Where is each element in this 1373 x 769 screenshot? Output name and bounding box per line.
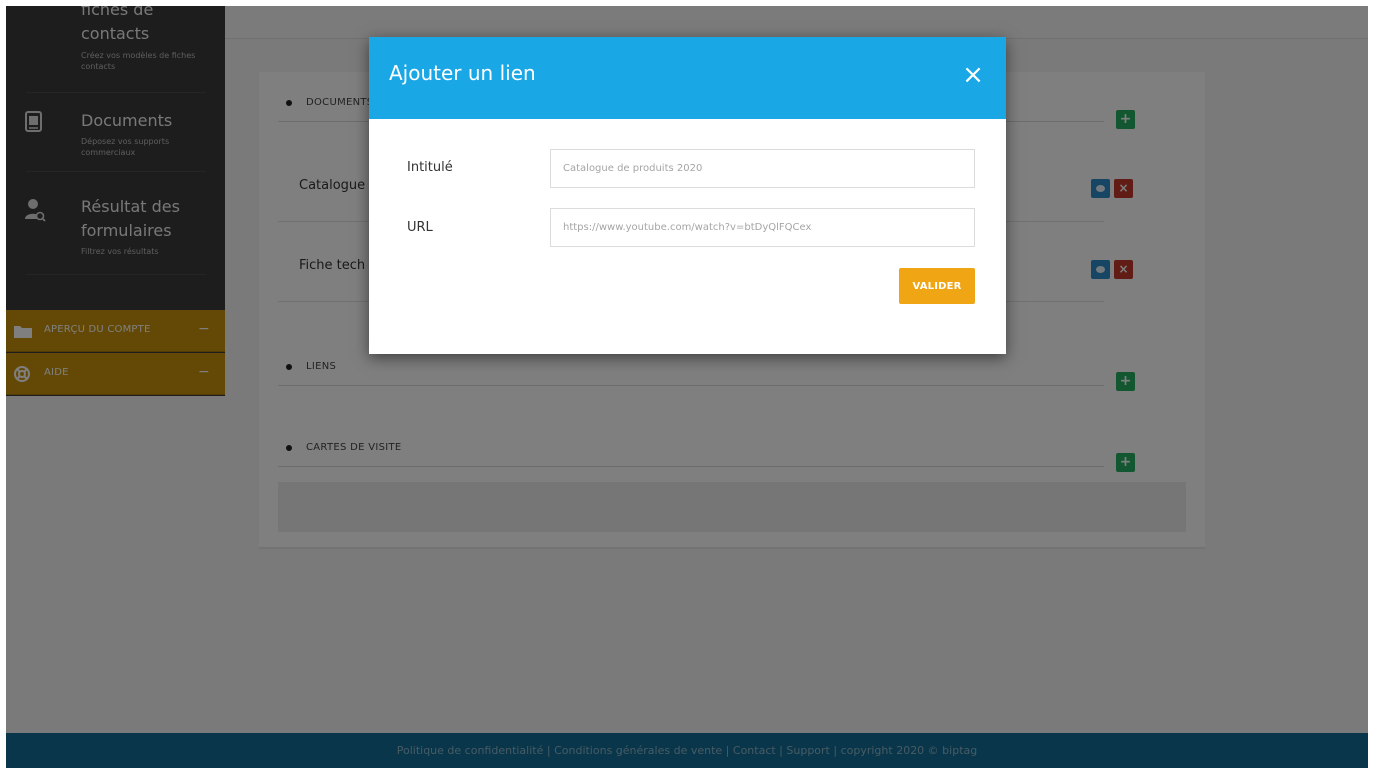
app-frame: fiches de contacts Créez vos modèles de … (6, 6, 1368, 768)
title-input[interactable] (550, 149, 975, 188)
validate-button[interactable]: VALIDER (899, 268, 975, 304)
url-input[interactable] (550, 208, 975, 247)
add-link-modal: Ajouter un lien × Intitulé URL VALIDER (369, 37, 1006, 354)
modal-title: Ajouter un lien (389, 61, 536, 85)
modal-header: Ajouter un lien × (369, 37, 1006, 119)
title-label: Intitulé (407, 160, 453, 175)
url-label: URL (407, 220, 433, 235)
close-icon[interactable]: × (961, 62, 985, 88)
